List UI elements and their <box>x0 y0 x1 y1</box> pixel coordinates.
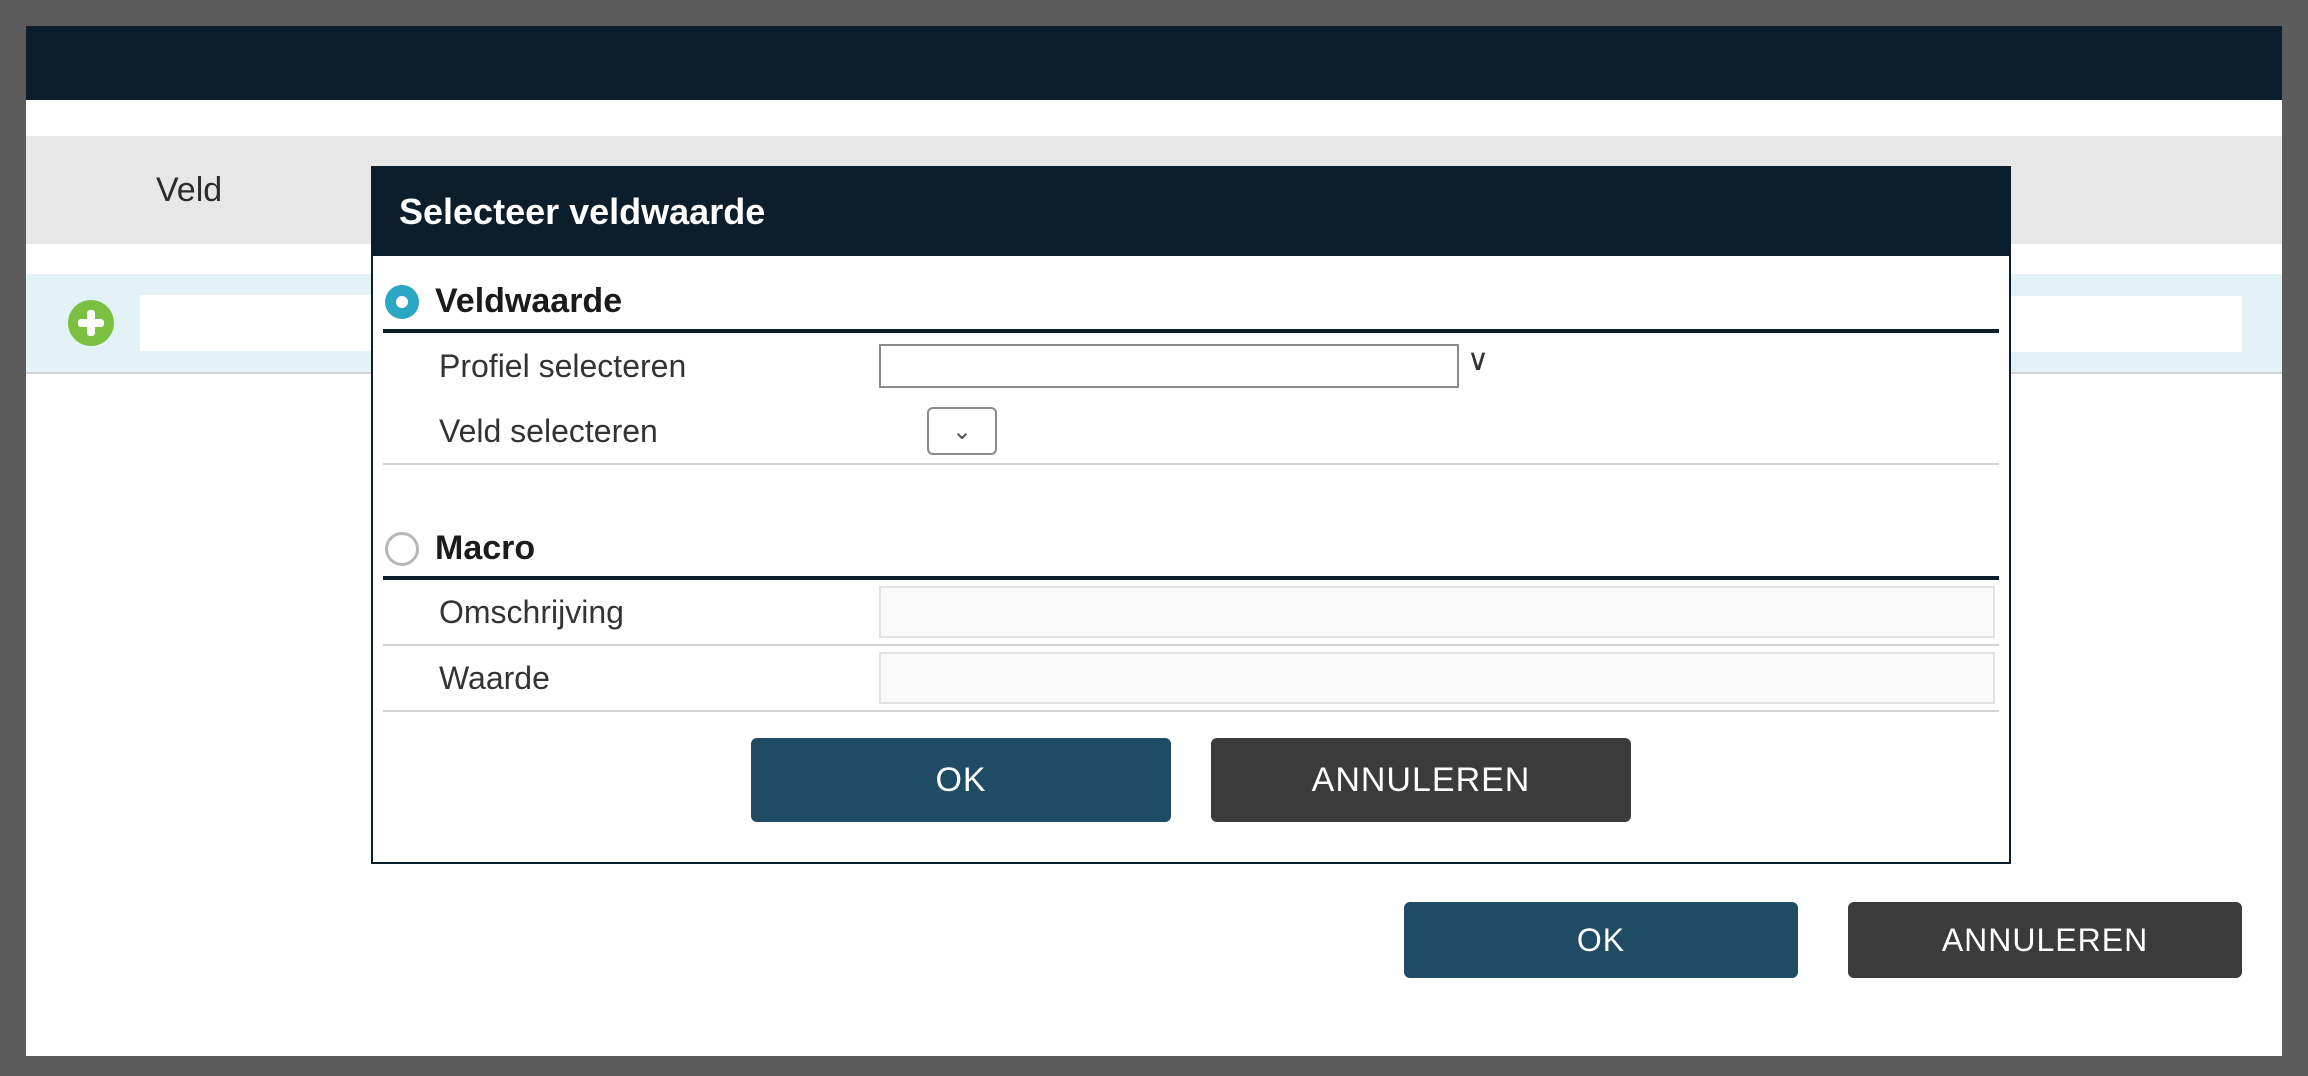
chevron-down-icon: ⌄ <box>952 417 972 446</box>
field-label: Veld selecteren <box>439 413 879 450</box>
modal-cancel-button[interactable]: ANNULEREN <box>1211 738 1631 822</box>
profile-label: Profiel selecteren <box>439 348 879 385</box>
modal-ok-button[interactable]: OK <box>751 738 1171 822</box>
outer-ok-button[interactable]: OK <box>1404 902 1798 978</box>
section-macro-header[interactable]: Macro <box>383 525 1999 580</box>
modal-body: Veldwaarde Profiel selecteren ∨ Veld sel… <box>373 256 2009 862</box>
row-field-input[interactable] <box>140 295 390 351</box>
field-row: Veld selecteren ⌄ <box>383 399 1999 465</box>
profile-row: Profiel selecteren ∨ <box>383 333 1999 399</box>
section-macro-label: Macro <box>435 529 535 568</box>
add-icon[interactable] <box>68 300 114 346</box>
radio-macro[interactable] <box>385 532 419 566</box>
select-field-value-modal: Selecteer veldwaarde Veldwaarde Profiel … <box>371 166 2011 864</box>
row-value-input[interactable] <box>1992 296 2242 352</box>
radio-veldwaarde[interactable] <box>385 285 419 319</box>
section-veldwaarde-header[interactable]: Veldwaarde <box>383 278 1999 333</box>
modal-title: Selecteer veldwaarde <box>373 168 2009 256</box>
outer-button-bar: OK ANNULEREN <box>26 902 2282 978</box>
value-label: Waarde <box>439 660 879 697</box>
description-row: Omschrijving <box>383 580 1999 646</box>
profile-combobox[interactable] <box>879 344 1459 388</box>
section-veldwaarde-label: Veldwaarde <box>435 282 622 321</box>
column-header-veld: Veld <box>156 171 222 210</box>
value-row: Waarde <box>383 646 1999 712</box>
value-input[interactable] <box>879 652 1995 704</box>
modal-button-bar: OK ANNULEREN <box>383 738 1999 822</box>
description-label: Omschrijving <box>439 594 879 631</box>
chevron-down-icon[interactable]: ∨ <box>1467 343 1489 378</box>
field-select[interactable]: ⌄ <box>927 407 997 455</box>
description-input[interactable] <box>879 586 1995 638</box>
outer-cancel-button[interactable]: ANNULEREN <box>1848 902 2242 978</box>
